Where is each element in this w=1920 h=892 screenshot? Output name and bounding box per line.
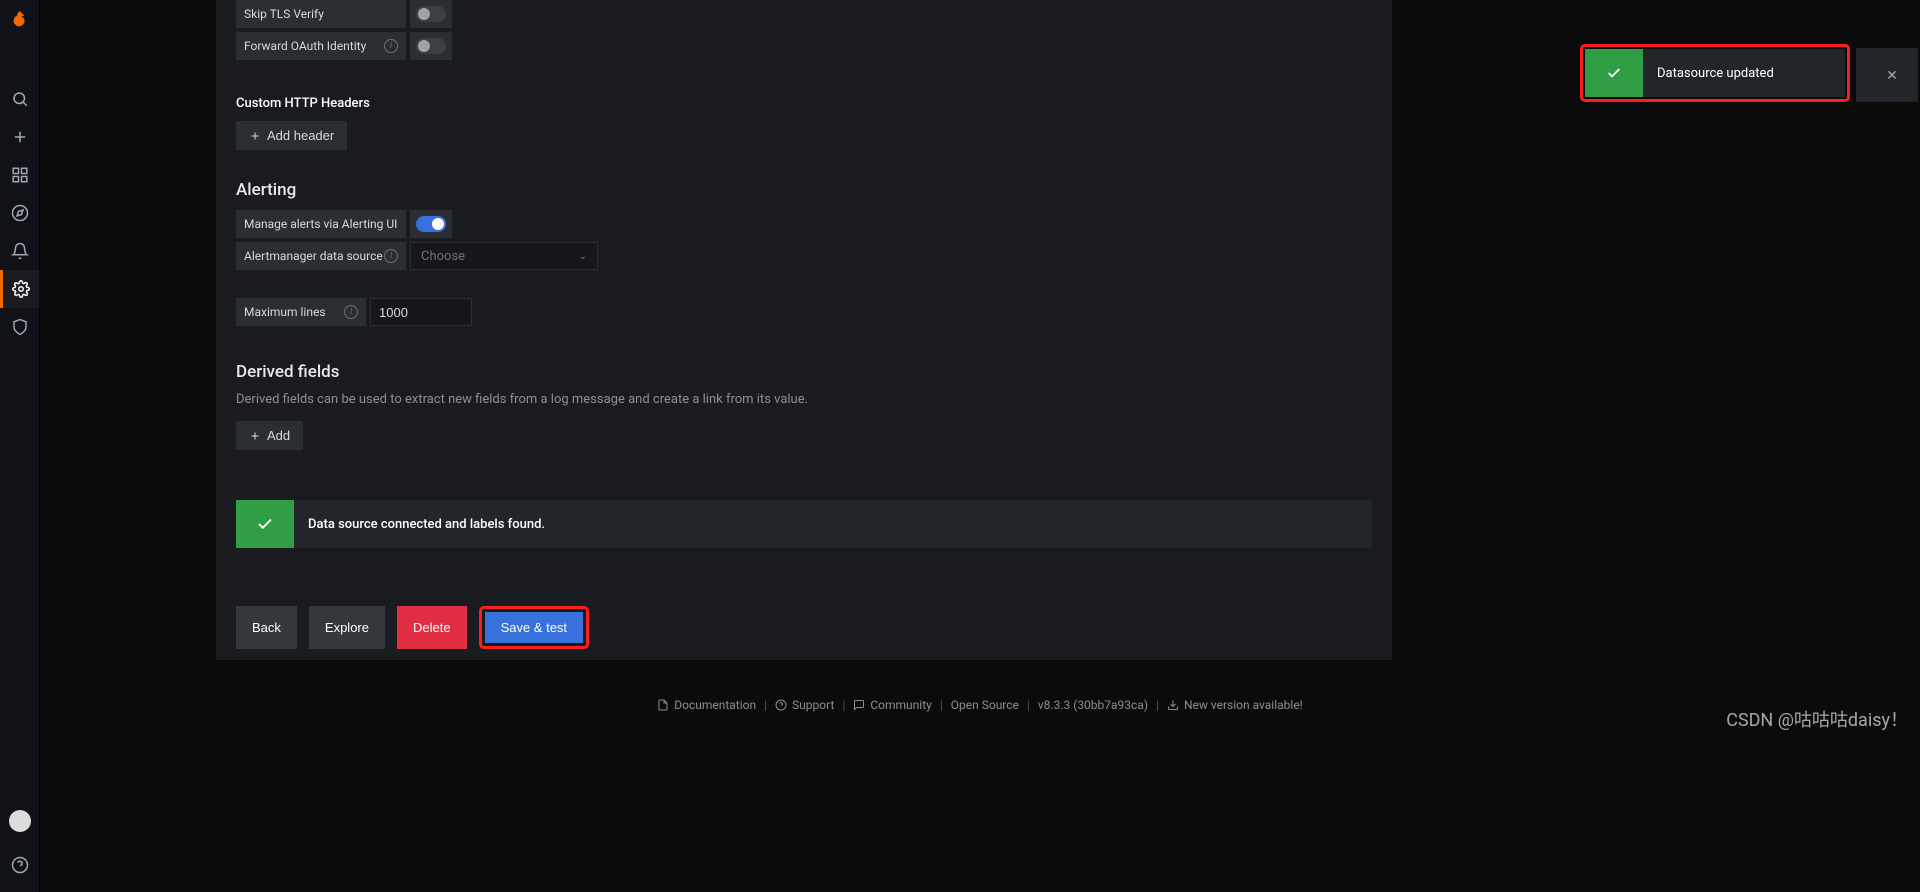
explore-button[interactable]: Explore [309, 606, 385, 649]
footer-version: v8.3.3 (30bb7a93ca) [1038, 698, 1148, 712]
skip-tls-verify-label: Skip TLS Verify [236, 0, 406, 28]
toast-highlight: Datasource updated [1580, 44, 1850, 102]
info-icon[interactable]: i [384, 39, 398, 53]
delete-button[interactable]: Delete [397, 606, 467, 649]
add-derived-field-button[interactable]: Add [236, 421, 303, 450]
server-admin-icon[interactable] [0, 308, 40, 346]
plus-icon[interactable] [0, 118, 40, 156]
footer-new-version[interactable]: New version available! [1167, 698, 1303, 712]
check-icon [1585, 49, 1643, 97]
info-icon[interactable]: i [384, 249, 398, 263]
explore-icon[interactable] [0, 194, 40, 232]
maximum-lines-input[interactable] [370, 298, 472, 326]
highlight-box: Save & test [479, 606, 589, 649]
configuration-icon[interactable] [0, 270, 40, 308]
check-icon [236, 500, 294, 548]
status-text: Data source connected and labels found. [308, 517, 545, 532]
sidebar [0, 0, 40, 892]
alerting-icon[interactable] [0, 232, 40, 270]
search-icon[interactable] [0, 80, 40, 118]
save-test-button[interactable]: Save & test [485, 612, 583, 643]
forward-oauth-label: Forward OAuth Identity i [236, 32, 406, 60]
derived-fields-help: Derived fields can be used to extract ne… [236, 392, 1372, 407]
manage-alerts-toggle[interactable] [416, 216, 446, 232]
avatar[interactable] [9, 810, 31, 832]
dashboards-icon[interactable] [0, 156, 40, 194]
add-header-button[interactable]: Add header [236, 121, 347, 150]
alertmanager-ds-select[interactable]: Choose ⌄ [410, 242, 598, 270]
alerting-title: Alerting [236, 180, 1372, 200]
close-icon[interactable]: ✕ [1872, 56, 1912, 96]
action-buttons: Back Explore Delete Save & test [236, 606, 1372, 649]
footer-documentation[interactable]: Documentation [657, 698, 756, 712]
maximum-lines-label: Maximum lines i [236, 298, 366, 326]
forward-oauth-toggle[interactable] [416, 38, 446, 54]
chevron-down-icon: ⌄ [579, 251, 587, 262]
custom-headers-title: Custom HTTP Headers [236, 96, 1372, 111]
help-icon[interactable] [0, 846, 40, 884]
info-icon[interactable]: i [344, 305, 358, 319]
footer: Documentation | Support | Community | Op… [40, 692, 1920, 718]
datasource-settings-panel: Skip TLS Verify Forward OAuth Identity i… [216, 0, 1392, 660]
status-banner: Data source connected and labels found. [236, 500, 1372, 548]
manage-alerts-label: Manage alerts via Alerting UI [236, 210, 406, 238]
toast-message: Datasource updated [1657, 66, 1774, 81]
alertmanager-ds-label: Alertmanager data source i [236, 242, 406, 270]
toast: Datasource updated [1585, 49, 1845, 97]
footer-support[interactable]: Support [775, 698, 834, 712]
footer-community[interactable]: Community [853, 698, 931, 712]
derived-fields-title: Derived fields [236, 362, 1372, 382]
skip-tls-verify-toggle[interactable] [416, 6, 446, 22]
footer-open-source[interactable]: Open Source [951, 698, 1019, 712]
back-button[interactable]: Back [236, 606, 297, 649]
watermark: CSDN @咕咕咕daisy！ [1726, 706, 1908, 732]
grafana-logo[interactable] [8, 8, 32, 32]
